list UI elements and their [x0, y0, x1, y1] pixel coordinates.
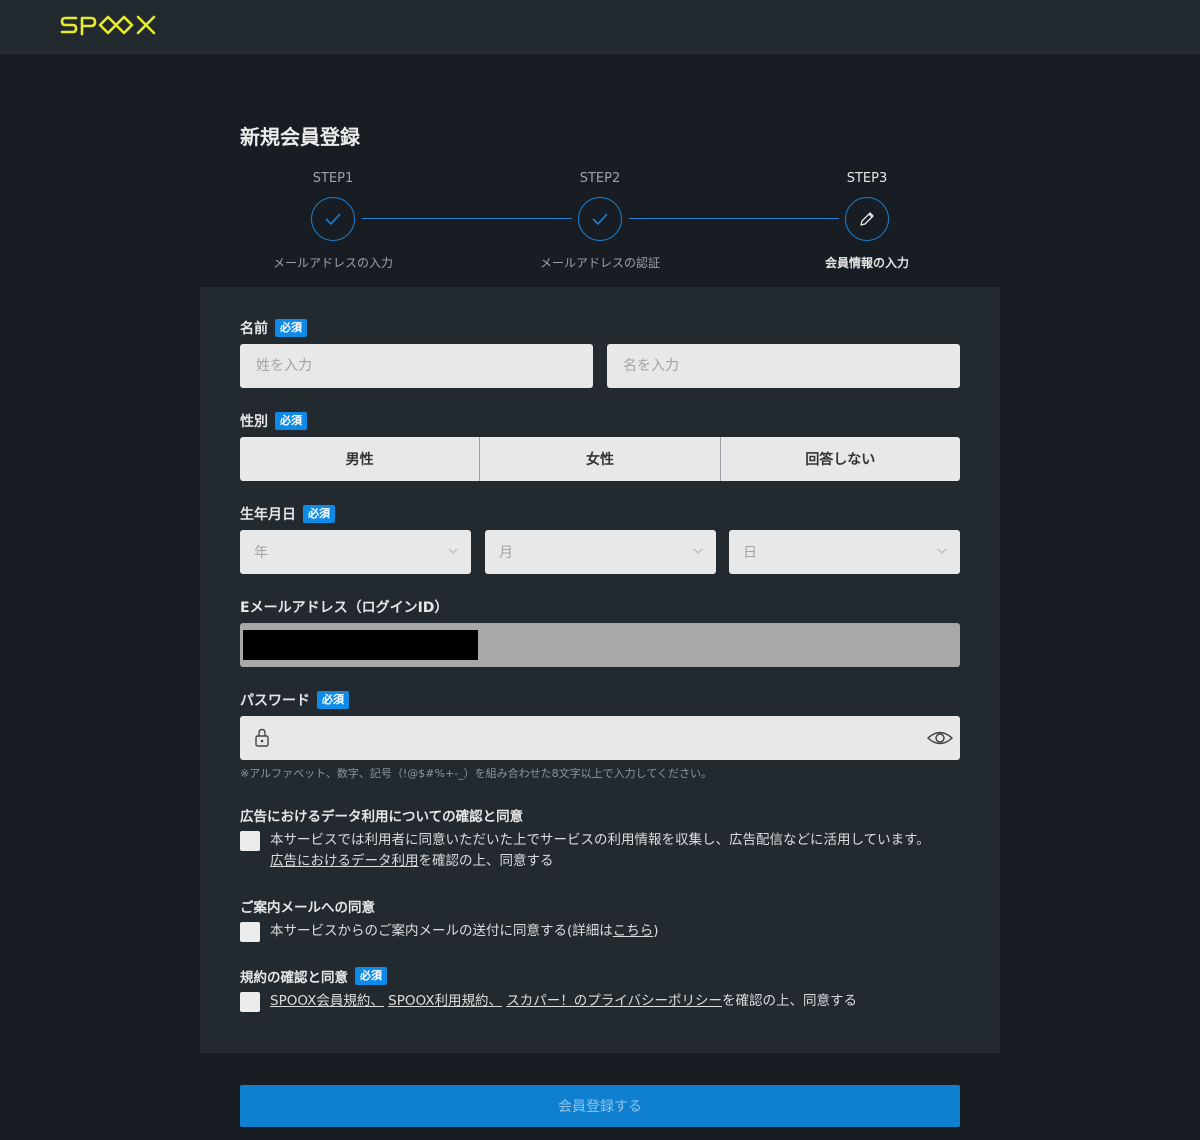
birthdate-label: 生年月日 必須 [240, 503, 335, 525]
required-badge: 必須 [355, 967, 387, 985]
ad-data-consent-title: 広告におけるデータ利用についての確認と同意 [240, 804, 523, 826]
password-hint: ※アルファベット、数字、記号（!@$#%+-_）を組み合わせた8文字以上で入力し… [240, 767, 712, 780]
lock-icon [255, 728, 269, 747]
gender-label-text: 性別 [240, 414, 268, 430]
chevron-down-icon [693, 548, 703, 554]
registration-form: 名前 必須 性別 必須 男性 女性 回答しない 生年月日 必須 年 月 日 Eメ… [200, 287, 1000, 1053]
password-label-text: パスワード [240, 693, 310, 709]
name-label-text: 名前 [240, 321, 268, 337]
required-badge: 必須 [303, 505, 335, 523]
first-name-input[interactable] [607, 344, 960, 388]
mail-details-link[interactable]: こちら [613, 923, 654, 939]
ad-data-policy-link[interactable]: 広告におけるデータ利用 [270, 853, 419, 869]
mail-consent-text: 本サービスからのご案内メールの送付に同意する(詳細はこちら) [270, 921, 659, 942]
gender-no-answer-button[interactable]: 回答しない [720, 437, 960, 481]
spoox-member-terms-link[interactable]: SPOOX会員規約、 [270, 993, 384, 1009]
email-label-text: Eメールアドレス（ログインID） [240, 600, 449, 616]
mail-consent-checkbox[interactable] [240, 922, 260, 942]
page-title: 新規会員登録 [240, 125, 360, 149]
terms-consent-suffix: を確認の上、同意する [722, 993, 858, 1009]
birth-year-select[interactable]: 年 [240, 530, 471, 574]
mail-consent-prefix: 本サービスからのご案内メールの送付に同意する(詳細は [270, 923, 613, 939]
gender-female-button[interactable]: 女性 [480, 437, 721, 481]
birthdate-label-text: 生年月日 [240, 507, 296, 523]
step-circle [578, 197, 622, 241]
name-label: 名前 必須 [240, 317, 307, 339]
step-label: STEP3 [846, 171, 888, 186]
email-label: Eメールアドレス（ログインID） [240, 596, 448, 618]
birth-month-placeholder: 月 [499, 545, 513, 561]
step-2: STEP2 メールアドレスの認証 [520, 165, 680, 271]
privacy-policy-link[interactable]: スカパー！のプライバシーポリシー [506, 993, 722, 1009]
chevron-down-icon [448, 548, 458, 554]
ad-data-consent-line1: 本サービスでは利用者に同意いただいた上でサービスの利用情報を収集し、広告配信など… [270, 832, 930, 848]
ad-data-consent-suffix: を確認の上、同意する [418, 853, 554, 869]
step-circle [311, 197, 355, 241]
chevron-down-icon [937, 548, 947, 554]
email-field [240, 623, 960, 667]
required-badge: 必須 [275, 412, 307, 430]
ad-data-consent-line2: 広告におけるデータ利用を確認の上、同意する [270, 851, 930, 872]
mail-consent-title-text: ご案内メールへの同意 [240, 900, 375, 916]
required-badge: 必須 [317, 691, 349, 709]
password-label: パスワード 必須 [240, 689, 349, 711]
terms-consent-title-text: 規約の確認と同意 [240, 970, 348, 986]
terms-consent-text: SPOOX会員規約、 SPOOX利用規約、 スカパー！のプライバシーポリシーを確… [270, 991, 857, 1012]
show-password-icon[interactable] [926, 728, 954, 748]
step-3: STEP3 会員情報の入力 [787, 165, 947, 271]
required-badge: 必須 [275, 319, 307, 337]
step-name: メールアドレスの入力 [272, 256, 393, 270]
birth-day-select[interactable]: 日 [729, 530, 960, 574]
ad-data-consent-checkbox[interactable] [240, 831, 260, 851]
last-name-input[interactable] [240, 344, 593, 388]
step-circle [845, 197, 889, 241]
step-label: STEP1 [312, 171, 354, 186]
terms-consent-title: 規約の確認と同意 必須 [240, 965, 387, 987]
check-icon [325, 213, 341, 226]
gender-male-button[interactable]: 男性 [240, 437, 481, 481]
redacted-email [243, 630, 478, 660]
password-field[interactable] [240, 716, 960, 760]
step-name: 会員情報の入力 [824, 256, 909, 270]
birth-year-placeholder: 年 [254, 545, 268, 561]
registration-steps: STEP1 メールアドレスの入力 STEP2 メールアドレスの認証 STEP3 … [240, 165, 960, 275]
terms-consent-checkbox[interactable] [240, 992, 260, 1012]
pencil-icon [860, 212, 874, 226]
gender-selector: 男性 女性 回答しない [240, 437, 960, 481]
step-1: STEP1 メールアドレスの入力 [253, 165, 413, 271]
ad-data-consent-title-text: 広告におけるデータ利用についての確認と同意 [240, 809, 524, 825]
birth-day-placeholder: 日 [743, 545, 757, 561]
mail-consent-suffix: ) [653, 923, 659, 939]
site-header [0, 0, 1200, 54]
check-icon [592, 213, 608, 226]
register-button[interactable]: 会員登録する [240, 1085, 960, 1127]
birth-month-select[interactable]: 月 [485, 530, 716, 574]
gender-label: 性別 必須 [240, 410, 307, 432]
step-name: メールアドレスの認証 [539, 256, 660, 270]
ad-data-consent-text: 本サービスでは利用者に同意いただいた上でサービスの利用情報を収集し、広告配信など… [270, 830, 930, 872]
mail-consent-title: ご案内メールへの同意 [240, 895, 375, 917]
spoox-logo[interactable] [60, 11, 170, 41]
spoox-terms-of-use-link[interactable]: SPOOX利用規約、 [388, 993, 502, 1009]
step-label: STEP2 [579, 171, 621, 186]
